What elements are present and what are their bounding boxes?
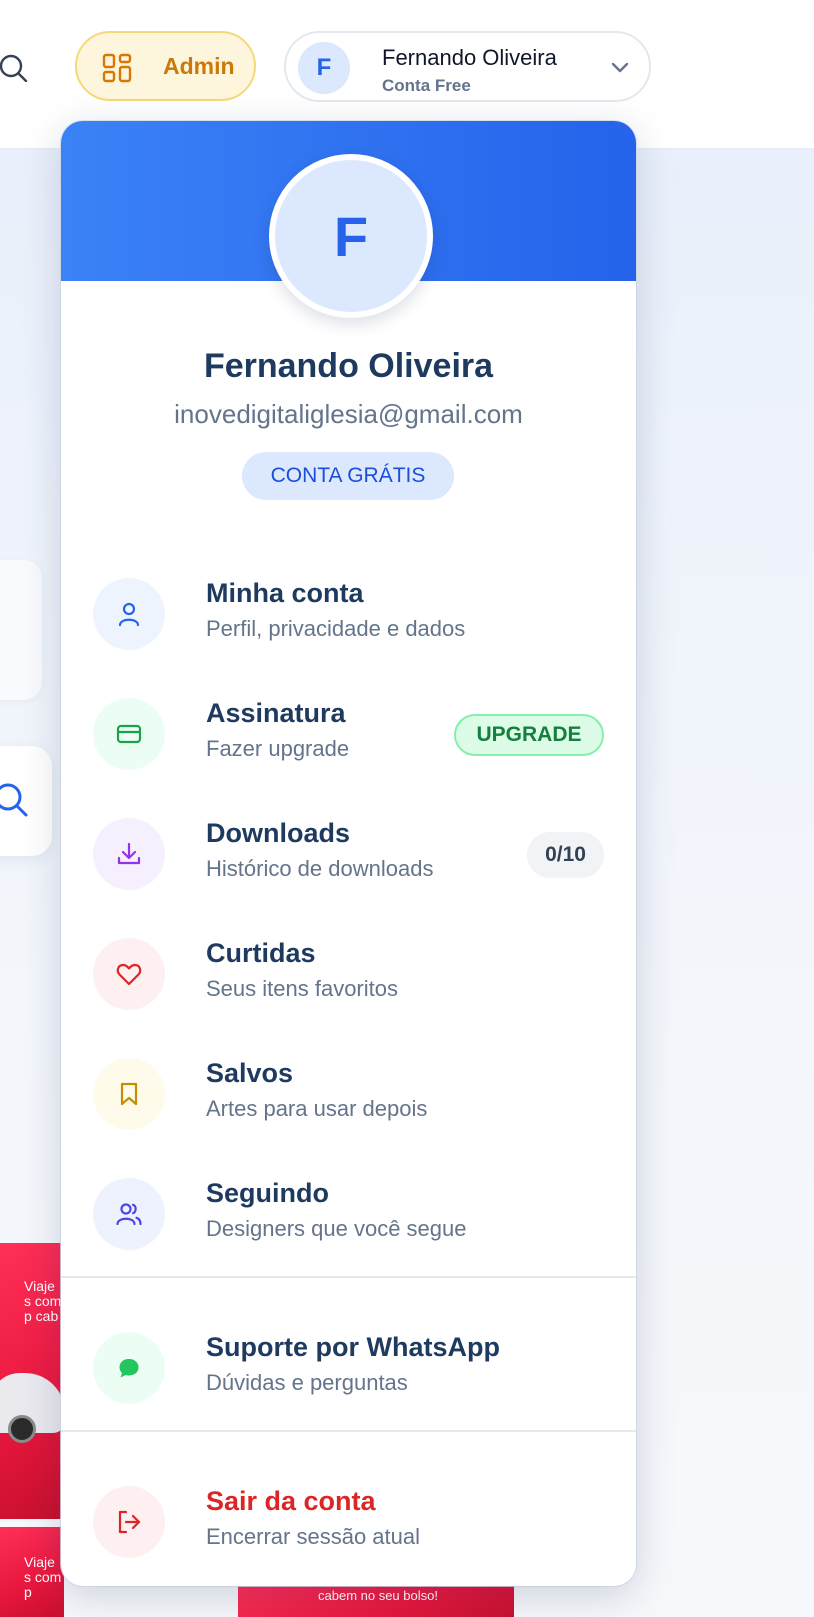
plan-badge: CONTA GRÁTIS xyxy=(242,452,454,500)
template-thumbnail[interactable]: Viaje s com p xyxy=(0,1527,64,1617)
chevron-down-icon xyxy=(611,62,629,73)
menu-item-suporte-whatsapp[interactable]: Suporte por WhatsApp Dúvidas e perguntas xyxy=(61,1318,636,1418)
menu-item-subtitle: Encerrar sessão atual xyxy=(206,1524,420,1549)
user-dropdown-panel: F Fernando Oliveira inovedigitaliglesia@… xyxy=(61,121,636,1586)
menu-item-subtitle: Designers que você segue xyxy=(206,1216,467,1241)
menu-item-title: Minha conta xyxy=(206,578,364,608)
profile-email: inovedigitaliglesia@gmail.com xyxy=(174,399,523,429)
menu-item-title: Seguindo xyxy=(206,1178,329,1208)
thumbnail-text: cabem no seu bolso! xyxy=(318,1588,438,1603)
user-icon xyxy=(118,602,140,627)
menu-item-seguindo[interactable]: Seguindo Designers que você segue xyxy=(61,1164,636,1264)
template-thumbnail[interactable]: cabem no seu bolso! xyxy=(238,1586,514,1617)
menu-item-title: Downloads xyxy=(206,818,351,848)
search-icon xyxy=(0,783,28,817)
thumbnail-text: Viaje s com p cab xyxy=(24,1278,62,1324)
menu-item-title: Suporte por WhatsApp xyxy=(206,1332,500,1362)
user-menu-button[interactable]: F Fernando Oliveira Conta Free xyxy=(284,31,651,102)
user-plan: Conta Free xyxy=(382,76,471,95)
admin-button-label: Admin xyxy=(163,53,235,79)
menu-item-downloads[interactable]: Downloads Histórico de downloads 0/10 xyxy=(61,804,636,904)
menu-item-icon-wrap xyxy=(93,1486,165,1558)
menu-item-icon-wrap xyxy=(93,1058,165,1130)
menu-item-title: Curtidas xyxy=(206,938,316,968)
credit-card-icon xyxy=(116,724,142,744)
menu-item-icon-wrap xyxy=(93,938,165,1010)
heart-icon xyxy=(116,963,142,986)
background-search-box[interactable] xyxy=(0,746,52,856)
chat-bubble-icon xyxy=(119,1359,139,1378)
thumbnail-text: Viaje s com p xyxy=(24,1554,62,1600)
menu-item-icon-wrap xyxy=(93,578,165,650)
dashboard-grid-icon xyxy=(102,53,132,83)
menu-item-minha-conta[interactable]: Minha conta Perfil, privacidade e dados xyxy=(61,564,636,664)
menu-item-icon-wrap xyxy=(93,1332,165,1404)
menu-item-curtidas[interactable]: Curtidas Seus itens favoritos xyxy=(61,924,636,1024)
avatar: F xyxy=(298,42,350,94)
download-count-badge: 0/10 xyxy=(527,832,604,878)
menu-divider xyxy=(61,1276,636,1278)
upgrade-badge[interactable]: UPGRADE xyxy=(454,714,604,756)
menu-item-subtitle: Dúvidas e perguntas xyxy=(206,1370,408,1395)
menu-item-subtitle: Artes para usar depois xyxy=(206,1096,428,1121)
logout-button[interactable]: Sair da conta Encerrar sessão atual xyxy=(61,1472,636,1572)
menu-item-icon-wrap xyxy=(93,698,165,770)
menu-item-subtitle: Seus itens favoritos xyxy=(206,976,398,1001)
users-icon xyxy=(116,1203,142,1226)
template-thumbnail[interactable]: Viaje s com p cab xyxy=(0,1243,64,1519)
search-icon[interactable] xyxy=(0,52,30,82)
profile-name: Fernando Oliveira xyxy=(203,347,494,385)
menu-item-subtitle: Fazer upgrade xyxy=(206,736,350,761)
profile-avatar: F xyxy=(269,154,433,318)
download-icon xyxy=(117,842,141,865)
logout-icon xyxy=(118,1510,141,1534)
background-card xyxy=(0,560,42,700)
menu-item-assinatura[interactable]: Assinatura Fazer upgrade UPGRADE xyxy=(61,684,636,784)
menu-item-title: Salvos xyxy=(206,1058,294,1088)
menu-item-title: Assinatura xyxy=(206,698,346,728)
admin-button[interactable]: Admin xyxy=(75,31,256,101)
menu-divider xyxy=(61,1430,636,1432)
menu-item-subtitle: Perfil, privacidade e dados xyxy=(206,616,466,641)
menu-item-title: Sair da conta xyxy=(206,1486,376,1516)
menu-item-icon-wrap xyxy=(93,1178,165,1250)
menu-item-subtitle: Histórico de downloads xyxy=(206,856,434,881)
user-name: Fernando Oliveira xyxy=(382,45,557,70)
menu-item-salvos[interactable]: Salvos Artes para usar depois xyxy=(61,1044,636,1144)
car-wheel xyxy=(8,1415,36,1443)
bookmark-icon xyxy=(120,1082,138,1106)
menu-item-icon-wrap xyxy=(93,818,165,890)
